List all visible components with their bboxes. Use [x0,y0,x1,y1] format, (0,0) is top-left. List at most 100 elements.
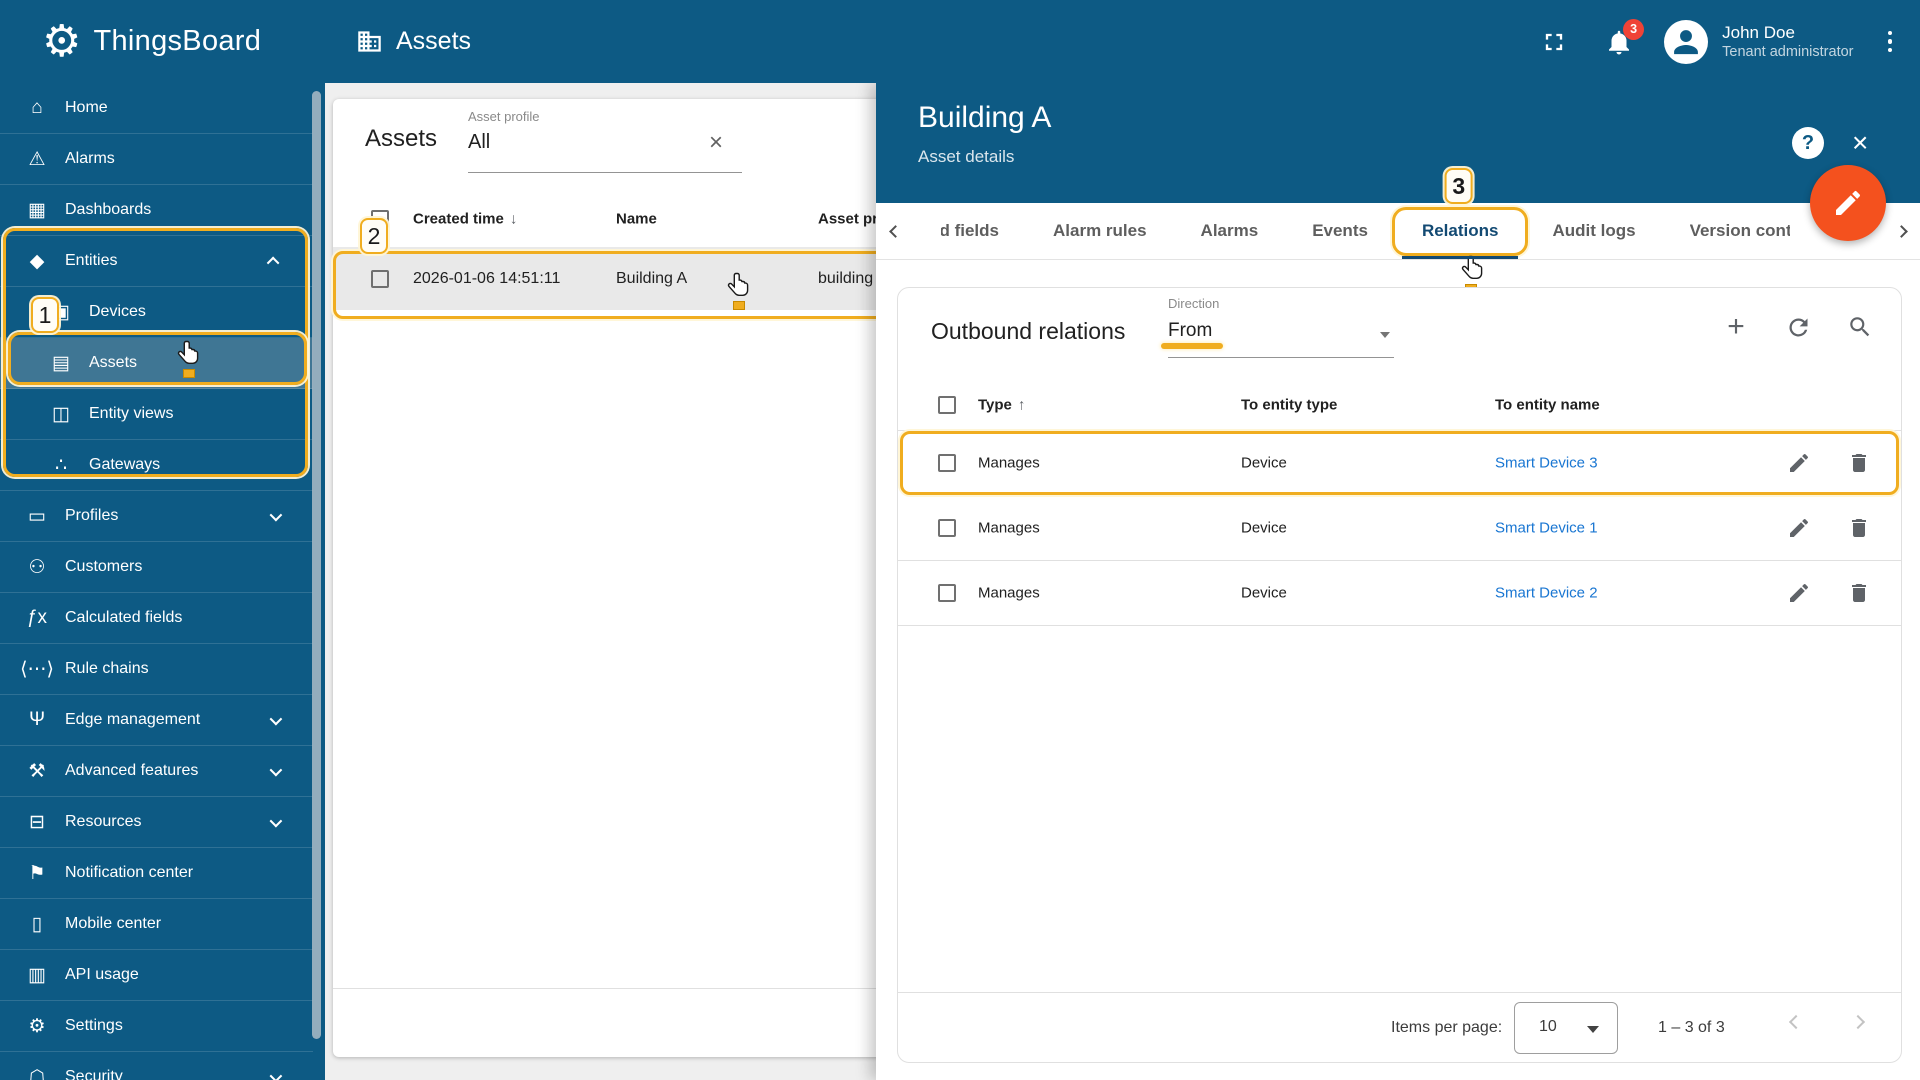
fullscreen-icon [1540,28,1568,56]
outbound-relations-card: Outbound relations Direction From + Type… [897,287,1902,1063]
sidebar-item-devices[interactable]: ▣ Devices [0,287,313,338]
sidebar-item-label: Rule chains [65,660,149,677]
sidebar-item-api-usage[interactable]: ▥ API usage [0,950,313,1001]
devices-icon: ▣ [52,301,70,323]
delete-relation-button[interactable] [1847,451,1871,475]
sidebar-item-alarms[interactable]: ⚠ Alarms [0,134,313,185]
sidebar-item-settings[interactable]: ⚙ Settings [0,1001,313,1052]
relation-type: Manages [978,454,1040,472]
relation-to-entity-name-link[interactable]: Smart Device 2 [1495,585,1598,602]
sidebar-item-label: Home [65,99,108,116]
relation-to-entity-name-link[interactable]: Smart Device 1 [1495,520,1598,537]
relations-table-header: Type ↑ To entity type To entity name [898,379,1901,431]
relation-row[interactable]: Manages Device Smart Device 2 [898,561,1901,626]
person-icon [1669,25,1703,59]
column-header-created-time[interactable]: Created time ↓ [413,211,517,228]
relation-type: Manages [978,519,1040,537]
sidebar-item-gateways[interactable]: ∴ Gateways [0,440,313,491]
column-header-type[interactable]: Type ↑ [978,396,1025,413]
refresh-button[interactable] [1779,308,1817,346]
filter-underline [468,172,742,173]
relation-to-entity-name-link[interactable]: Smart Device 3 [1495,455,1598,472]
edit-relation-button[interactable] [1787,451,1811,475]
sidebar-item-rule-chains[interactable]: ⟨⋯⟩ Rule chains [0,644,313,695]
row-checkbox[interactable] [938,584,956,602]
notifications-button[interactable]: 3 [1604,18,1645,57]
row-checkbox[interactable] [371,269,389,288]
relation-row[interactable]: Manages Device Smart Device 3 [898,431,1901,496]
sidebar-item-edge-management[interactable]: Ψ Edge management [0,695,313,746]
previous-page-button[interactable] [1788,1014,1804,1030]
tab-label: Alarm rules [1053,221,1147,240]
sidebar-item-mobile-center[interactable]: ▯ Mobile center [0,899,313,950]
tab-calculated-fields[interactable]: Calculated fields [914,203,1026,259]
building-icon [356,28,383,55]
column-header-to-entity-type[interactable]: To entity type [1241,396,1337,413]
search-icon [1847,314,1873,340]
sidebar-item-label: Customers [65,558,143,575]
sidebar-item-assets[interactable]: ▤ Assets [0,338,313,389]
delete-relation-button[interactable] [1847,581,1871,605]
tab-events[interactable]: Events [1285,203,1395,259]
tab-relations[interactable]: Relations 3 [1391,168,1529,293]
next-page-button[interactable] [1850,1014,1866,1030]
tabs-scroll-left-button[interactable] [876,203,914,259]
sidebar-item-dashboards[interactable]: ▦ Dashboards [0,185,313,236]
sidebar-item-customers[interactable]: ⚇ Customers [0,542,313,593]
chevron-down-icon [269,763,283,776]
tab-version-control[interactable]: Version control [1663,203,1817,259]
edit-relation-button[interactable] [1787,516,1811,540]
thingsboard-logo-icon: ⚙ [42,16,82,66]
tab-audit-logs[interactable]: Audit logs [1525,203,1662,259]
select-all-checkbox[interactable] [938,395,956,414]
select-all-checkbox[interactable] [371,210,389,228]
sidebar-item-label: Edge management [65,711,201,728]
tab-alarms[interactable]: Alarms [1174,203,1286,259]
tabs-scroll-right-button[interactable] [1882,203,1920,259]
delete-relation-button[interactable] [1847,516,1871,540]
edit-asset-fab[interactable] [1810,165,1886,241]
asset-profile-filter[interactable]: Asset profile All [468,109,748,173]
column-header-to-entity-name[interactable]: To entity name [1495,396,1600,413]
asset-details-panel: Building A Asset details ? × Calculated … [876,83,1920,1080]
sidebar-item-entity-views[interactable]: ◫ Entity views [0,389,313,440]
rule-chains-icon: ⟨⋯⟩ [20,658,54,680]
dashboards-icon: ▦ [28,199,46,221]
close-details-button[interactable]: × [1852,127,1868,159]
sidebar-item-profiles[interactable]: ▭ Profiles [0,491,313,542]
sidebar-item-label: Security [65,1068,123,1080]
details-tabs: Calculated fields Alarm rules Alarms Events… [876,168,1920,293]
sidebar-item-notification-center[interactable]: ⚑ Notification center [0,848,313,899]
sidebar-scrollbar[interactable] [312,91,321,1039]
avatar[interactable] [1664,19,1709,64]
sidebar-item-home[interactable]: ⌂ Home [0,83,313,134]
edit-relation-button[interactable] [1787,581,1811,605]
sort-asc-icon: ↑ [1017,396,1026,413]
thingsboard-logo[interactable]: ⚙ ThingsBoard [42,0,261,83]
relation-type: Manages [978,584,1040,602]
sidebar-item-label: Resources [65,813,142,830]
row-checkbox[interactable] [938,519,956,537]
asset-profile-filter-value[interactable]: All [468,131,748,154]
sidebar-item-resources[interactable]: ⊟ Resources [0,797,313,848]
fullscreen-button[interactable] [1540,28,1568,56]
relation-row[interactable]: Manages Device Smart Device 1 [898,496,1901,561]
page-title: Assets [396,27,472,55]
page-size-select[interactable]: 10 [1514,1002,1618,1054]
column-header-name[interactable]: Name [616,211,657,228]
sidebar-item-security[interactable]: ☖ Security [0,1052,313,1080]
sidebar-item-advanced-features[interactable]: ⚒ Advanced features [0,746,313,797]
sidebar-item-entities[interactable]: ◆ Entities [0,236,313,287]
direction-select[interactable]: Direction From [1168,296,1394,358]
sidebar-item-calculated-fields[interactable]: ƒx Calculated fields [0,593,313,644]
direction-value[interactable]: From [1168,320,1394,342]
add-relation-button[interactable]: + [1717,308,1755,346]
tab-alarm-rules[interactable]: Alarm rules [1026,203,1174,259]
search-button[interactable] [1841,308,1879,346]
clear-filter-button[interactable]: × [709,129,723,157]
user-role: Tenant administrator [1722,44,1854,61]
row-checkbox[interactable] [938,454,956,472]
customers-icon: ⚇ [28,556,46,578]
help-button[interactable]: ? [1792,127,1824,159]
more-menu-button[interactable] [1882,25,1899,59]
